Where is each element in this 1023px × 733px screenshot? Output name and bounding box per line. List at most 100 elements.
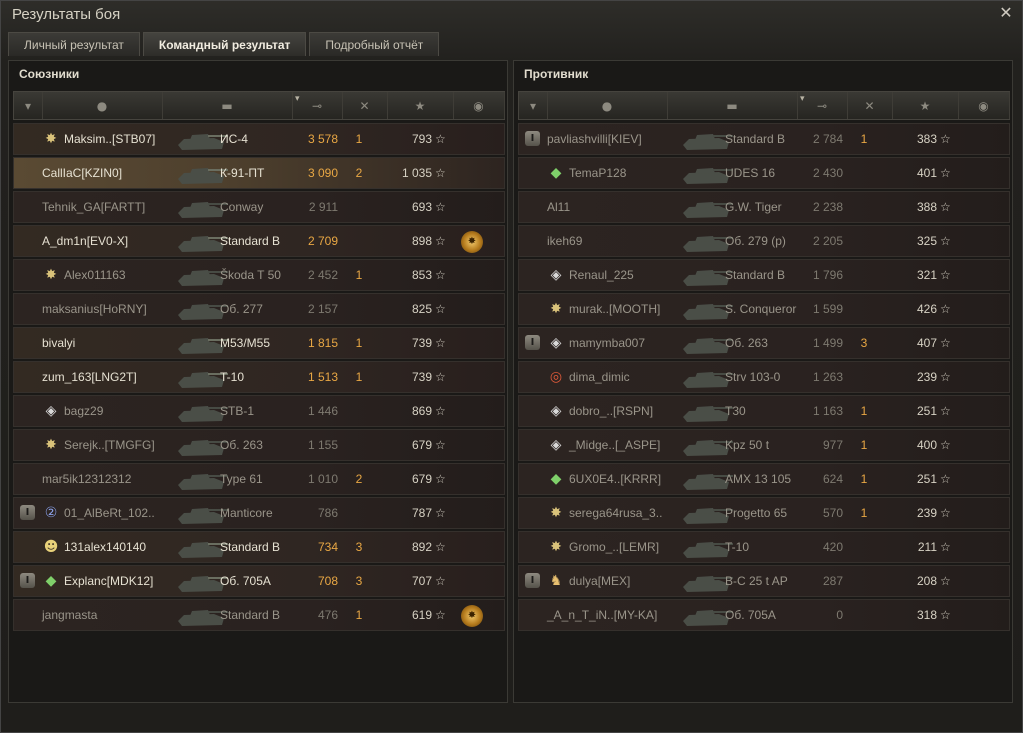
player-name[interactable]: Gromo_..[LEMR] [569, 532, 659, 562]
medal-icon[interactable]: ✸ [461, 605, 483, 627]
enemies-row[interactable]: ✸ murak..[MOOTH] S. Conqueror 1 599 426 ☆ [518, 293, 1010, 325]
tank-icon[interactable]: ▬ [667, 92, 798, 119]
player-name[interactable]: jangmasta [42, 600, 97, 630]
player-name[interactable]: maksanius[HoRNY] [42, 294, 147, 324]
squad-icon[interactable]: ▾ [519, 92, 548, 119]
player-icon[interactable]: ● [42, 92, 163, 119]
medal-icon[interactable]: ✸ [461, 231, 483, 253]
frags-icon[interactable]: ✕ [847, 92, 893, 119]
player-name[interactable]: pavliashvilli[KIEV] [547, 124, 642, 154]
allies-row[interactable]: I ◆ Explanc[MDK12] Об. 705А 708 3 707 ☆ [13, 565, 505, 597]
player-name[interactable]: Serejk..[TMGFG] [64, 430, 155, 460]
damage-value: 287 [822, 574, 843, 588]
frags-value: 1 [860, 404, 868, 418]
allies-row[interactable]: ✸ Maksim..[STB07] ИС-4 3 578 1 793 ☆ [13, 123, 505, 155]
enemies-row[interactable]: ✸ serega64rusa_3.. Progetto 65 570 1 239 ☆ [518, 497, 1010, 529]
player-name[interactable]: mar5ik12312312 [42, 464, 131, 494]
player-name[interactable]: _Midge..[_ASPE] [569, 430, 660, 460]
allies-row[interactable]: zum_163[LNG2T] T-10 1 513 1 739 ☆ [13, 361, 505, 393]
player-name[interactable]: Explanc[MDK12] [64, 566, 153, 596]
enemies-row[interactable]: I ◈ mamymba007 Об. 263 1 499 3 407 ☆ [518, 327, 1010, 359]
tab-personal-result[interactable]: Личный результат [8, 32, 140, 56]
player-name[interactable]: serega64rusa_3.. [569, 498, 662, 528]
player-name[interactable]: Alex011163 [64, 260, 126, 290]
enemies-row[interactable]: ◆ TemaP128 UDES 16 2 430 401 ☆ [518, 157, 1010, 189]
player-name[interactable]: _A_n_T_iN..[MY-KA] [547, 600, 657, 630]
enemies-row[interactable]: ◈ _Midge..[_ASPE] Kpz 50 t 977 1 400 ☆ [518, 429, 1010, 461]
enemies-row[interactable]: ◈ Renaul_225 Standard B 1 796 321 ☆ [518, 259, 1010, 291]
enemies-row[interactable]: ◎ dima_dimic Strv 103-0 1 263 239 ☆ [518, 361, 1010, 393]
xp-star-icon[interactable]: ★ [892, 92, 959, 119]
player-name[interactable]: Maksim..[STB07] [64, 124, 155, 154]
allies-row[interactable]: ✸ Serejk..[TMGFG] Об. 263 1 155 679 ☆ [13, 429, 505, 461]
xp-value: 869 [411, 404, 432, 418]
allies-row[interactable]: ☻ 131alex140140 Standard B 734 3 892 ☆ [13, 531, 505, 563]
player-icon[interactable]: ● [547, 92, 668, 119]
allies-row[interactable]: ◈ bagz29 STB-1 1 446 869 ☆ [13, 395, 505, 427]
player-name[interactable]: 6UX0E4..[KRRR] [569, 464, 661, 494]
player-name[interactable]: bivalyi [42, 328, 75, 358]
player-name[interactable]: dima_dimic [569, 362, 630, 392]
player-name[interactable]: dobro_..[RSPN] [569, 396, 653, 426]
frags-value [344, 396, 374, 426]
player-name[interactable]: A_dm1n[EV0-X] [42, 226, 128, 256]
enemies-row[interactable]: ◆ 6UX0E4..[KRRR] AMX 13 105 624 1 251 ☆ [518, 463, 1010, 495]
allies-row[interactable]: maksanius[HoRNY] Об. 277 2 157 825 ☆ [13, 293, 505, 325]
player-name[interactable]: 01_AlBeRt_102.. [64, 498, 155, 528]
xp-star-icon: ☆ [435, 472, 446, 486]
allies-row[interactable]: bivalyi M53/M55 1 815 1 739 ☆ [13, 327, 505, 359]
xp-star-icon: ☆ [940, 370, 951, 384]
enemies-row[interactable]: Al11 G.W. Tiger 2 238 388 ☆ [518, 191, 1010, 223]
enemies-row[interactable]: ikeh69 Об. 279 (р) 2 205 325 ☆ [518, 225, 1010, 257]
allies-row[interactable]: jangmasta Standard B 476 1 619 ☆ ✸ [13, 599, 505, 631]
damage-icon[interactable]: ⊸ ▾ [797, 92, 848, 119]
tank-name: Standard B [220, 234, 281, 248]
enemies-row[interactable]: Ipavliashvilli[KIEV] Standard B 2 784 1 383 ☆ [518, 123, 1010, 155]
allies-row[interactable]: CallIaC[KZIN0] К-91-ПТ 3 090 2 1 035 ☆ [13, 157, 505, 189]
player-name[interactable]: Al11 [547, 192, 570, 222]
player-name[interactable]: murak..[MOOTH] [569, 294, 660, 324]
player-name[interactable]: zum_163[LNG2T] [42, 362, 137, 392]
player-name[interactable]: mamymba007 [569, 328, 645, 358]
player-name[interactable]: TemaP128 [569, 158, 626, 188]
allies-row[interactable]: ✸ Alex011163 Škoda T 50 2 452 1 853 ☆ [13, 259, 505, 291]
frags-value [344, 498, 374, 528]
tab-detailed-report[interactable]: Подробный отчёт [309, 32, 440, 56]
player-name[interactable]: bagz29 [64, 396, 103, 426]
player-name[interactable]: Renaul_225 [569, 260, 634, 290]
squad-icon[interactable]: ▾ [14, 92, 43, 119]
allies-row[interactable]: I ② 01_AlBeRt_102.. Manticore 786 787 ☆ [13, 497, 505, 529]
player-name[interactable]: dulya[MEX] [569, 566, 630, 596]
enemies-row[interactable]: _A_n_T_iN..[MY-KA] Об. 705А 0 318 ☆ [518, 599, 1010, 631]
medal-icon[interactable]: ◉ [453, 92, 505, 119]
player-name[interactable]: 131alex140140 [64, 532, 146, 562]
frags-value: 1 [355, 608, 363, 622]
allies-row[interactable]: Tehnik_GA[FARTT] Conway 2 911 693 ☆ [13, 191, 505, 223]
tab-team-result[interactable]: Командный результат [142, 32, 307, 56]
frags-value [849, 362, 879, 392]
player-name[interactable]: CallIaC[KZIN0] [42, 158, 122, 188]
close-icon[interactable]: ✕ [998, 5, 1014, 21]
damage-icon[interactable]: ⊸ ▾ [292, 92, 343, 119]
damage-value: 977 [822, 438, 843, 452]
player-name[interactable]: Tehnik_GA[FARTT] [42, 192, 145, 222]
tank-icon[interactable]: ▬ [162, 92, 293, 119]
medal-icon[interactable]: ◉ [958, 92, 1010, 119]
xp-star-icon[interactable]: ★ [387, 92, 454, 119]
xp-value: 793 [411, 132, 432, 146]
tank-name: Об. 279 (р) [725, 234, 786, 248]
enemies-row[interactable]: ◈ dobro_..[RSPN] T30 1 163 1 251 ☆ [518, 395, 1010, 427]
allies-row[interactable]: A_dm1n[EV0-X] Standard B 2 709 898 ☆ ✸ [13, 225, 505, 257]
window-title: Результаты боя [12, 6, 121, 23]
tank-name: Manticore [220, 506, 273, 520]
enemies-row[interactable]: ✸ Gromo_..[LEMR] T-10 420 211 ☆ [518, 531, 1010, 563]
player-name[interactable]: ikeh69 [547, 226, 582, 256]
xp-star-icon: ☆ [940, 540, 951, 554]
star-badge-icon: ✸ [550, 505, 562, 521]
frags-icon[interactable]: ✕ [342, 92, 388, 119]
xp-star-icon: ☆ [435, 574, 446, 588]
allies-row[interactable]: mar5ik12312312 Type 61 1 010 2 679 ☆ [13, 463, 505, 495]
enemies-row[interactable]: I ♞ dulya[MEX] B-C 25 t AP 287 208 ☆ [518, 565, 1010, 597]
frags-value: 1 [355, 336, 363, 350]
number-2-badge-icon: ② [44, 505, 58, 521]
